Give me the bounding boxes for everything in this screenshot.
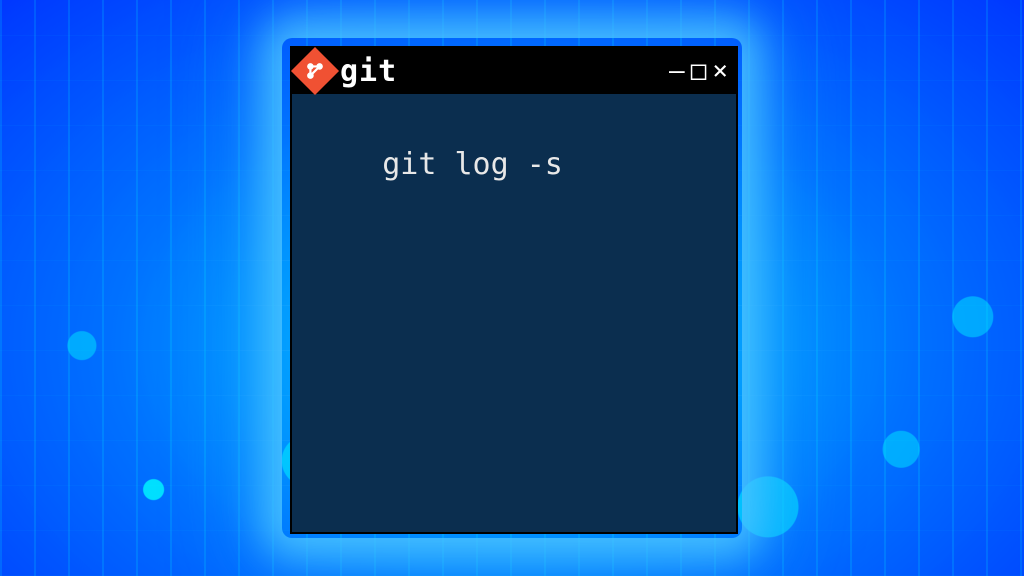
terminal-window: git – □ × git log -s [290, 46, 738, 534]
terminal-body[interactable]: git log -s [292, 94, 736, 532]
command-text: git log -s [382, 147, 563, 182]
window-title: git [340, 54, 397, 89]
git-icon [291, 47, 339, 95]
maximize-button[interactable]: □ [691, 58, 707, 84]
titlebar[interactable]: git – □ × [292, 48, 736, 94]
minimize-button[interactable]: – [669, 58, 685, 84]
close-button[interactable]: × [712, 58, 728, 84]
